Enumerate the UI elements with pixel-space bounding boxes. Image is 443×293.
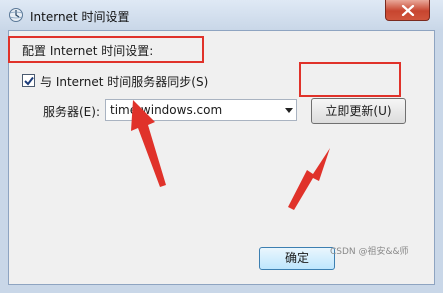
arrow-to-server-icon — [131, 100, 166, 187]
arrow-to-update-icon — [288, 148, 330, 210]
watermark: CSDN @祖安&&师 — [330, 247, 409, 257]
